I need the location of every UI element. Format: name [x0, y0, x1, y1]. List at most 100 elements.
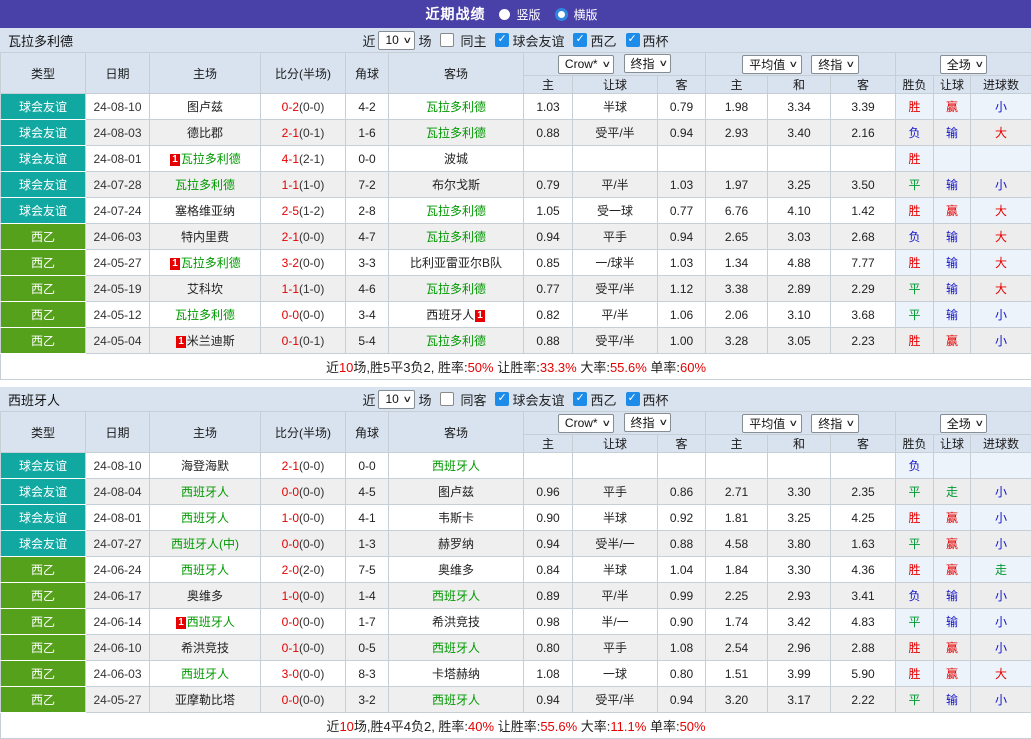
match-date-cell: 24-05-12	[86, 302, 150, 328]
full-time-score: 0-0	[282, 485, 299, 499]
odds-cell: 平手	[573, 479, 658, 505]
home-team-cell: 海登海默	[150, 453, 261, 479]
score-cell: 1-1(1-0)	[261, 276, 346, 302]
scope-select[interactable]: 全场∨	[940, 414, 988, 433]
team-filter-bar: 西班牙人 近 10∨ 场 同客 球会友谊 西乙 西杯	[0, 387, 1031, 411]
layout-radio-horizontal[interactable]	[555, 8, 568, 21]
odds-cell: 半球	[573, 557, 658, 583]
col-header-corners: 角球	[346, 53, 389, 94]
odds-cell	[706, 453, 768, 479]
league-checkbox-friendly[interactable]	[495, 392, 509, 406]
league-checkbox-cup[interactable]	[626, 392, 640, 406]
match-row: 球会友谊24-08-04西班牙人0-0(0-0)4-5图卢兹0.96平手0.86…	[1, 479, 1031, 505]
odds-source-select[interactable]: Crow*∨	[558, 414, 614, 433]
handicap-result-cell: 输	[934, 250, 971, 276]
full-time-score: 2-1	[282, 459, 299, 473]
goals-result-cell	[971, 453, 1031, 479]
home-team-cell: 图卢兹	[150, 94, 261, 120]
league-checkbox-segunda[interactable]	[573, 33, 587, 47]
odds-cell: 1.08	[524, 661, 573, 687]
half-time-score: (0-0)	[299, 667, 324, 681]
final-odds-select-2[interactable]: 终指∨	[811, 55, 859, 74]
goals-result-cell: 小	[971, 479, 1031, 505]
goals-result-cell: 小	[971, 609, 1031, 635]
odds-cell: 2.54	[706, 635, 768, 661]
average-odds-select[interactable]: 平均值∨	[742, 414, 802, 433]
team-name: 瓦拉多利德	[426, 282, 486, 296]
sub-header-handicap: 让球	[573, 76, 658, 94]
half-time-score: (0-0)	[299, 615, 324, 629]
half-time-score: (0-0)	[299, 308, 324, 322]
summary-segment: 11.1%	[610, 719, 646, 734]
odds-group-average: 平均值∨ 终指∨	[706, 53, 896, 76]
chevron-down-icon: ∨	[402, 394, 412, 405]
team-name: 西班牙人	[432, 459, 480, 473]
result-cell: 负	[896, 120, 934, 146]
odds-cell	[706, 146, 768, 172]
team-name: 米兰迪斯	[187, 334, 235, 348]
odds-cell: 4.10	[768, 198, 831, 224]
team-name: 卡塔赫纳	[432, 667, 480, 681]
corners-cell: 0-0	[346, 146, 389, 172]
final-odds-select-2[interactable]: 终指∨	[811, 414, 859, 433]
final-odds-select[interactable]: 终指∨	[624, 54, 672, 73]
half-time-score: (0-0)	[299, 537, 324, 551]
same-venue-checkbox[interactable]	[440, 392, 454, 406]
score-cell: 2-0(2-0)	[261, 557, 346, 583]
team-name: 瓦拉多利德	[426, 204, 486, 218]
half-time-score: (2-1)	[299, 152, 324, 166]
corners-cell: 4-1	[346, 505, 389, 531]
half-time-score: (1-0)	[299, 178, 324, 192]
odds-cell: 2.23	[831, 328, 896, 354]
odds-source-value: Crow*	[565, 416, 598, 430]
odds-source-value: Crow*	[565, 57, 598, 71]
match-type-cell: 西乙	[1, 687, 86, 713]
league-checkbox-friendly[interactable]	[495, 33, 509, 47]
summary-segment: 55.6%	[610, 360, 647, 375]
handicap-result-cell: 赢	[934, 94, 971, 120]
corners-cell: 1-3	[346, 531, 389, 557]
half-time-score: (2-0)	[299, 563, 324, 577]
section-divider	[0, 380, 1031, 387]
odds-cell: 1.98	[706, 94, 768, 120]
result-cell: 平	[896, 609, 934, 635]
home-team-cell: 瓦拉多利德	[150, 302, 261, 328]
half-time-score: (0-0)	[299, 693, 324, 707]
odds-cell: 1.42	[831, 198, 896, 224]
layout-radio-vertical-label[interactable]: 竖版	[516, 6, 540, 23]
handicap-result-cell: 输	[934, 687, 971, 713]
team-name: 西班牙人	[181, 563, 229, 577]
odds-cell	[768, 146, 831, 172]
match-type-cell: 西乙	[1, 635, 86, 661]
odds-cell: 平手	[573, 224, 658, 250]
chevron-down-icon: ∨	[789, 59, 799, 70]
stats-summary: 近10场,胜5平3负2, 胜率:50% 让胜率:33.3% 大率:55.6% 单…	[1, 354, 1031, 380]
scope-select[interactable]: 全场∨	[940, 55, 988, 74]
summary-segment: 场,胜4平4负2, 胜率:	[354, 719, 468, 734]
odds-source-select[interactable]: Crow*∨	[558, 55, 614, 74]
odds-cell: 平/半	[573, 172, 658, 198]
layout-radio-horizontal-label[interactable]: 横版	[574, 6, 598, 23]
team-name: 塞格维亚纳	[175, 204, 235, 218]
match-type-cell: 西乙	[1, 276, 86, 302]
away-team-cell: 波城	[389, 146, 524, 172]
final-odds-select[interactable]: 终指∨	[624, 413, 672, 432]
team-name: 图卢兹	[438, 485, 474, 499]
layout-radio-vertical[interactable]	[499, 9, 510, 20]
average-odds-value: 平均值	[749, 415, 785, 432]
sub-header-avg-away: 客	[831, 76, 896, 94]
full-time-score: 0-2	[282, 100, 299, 114]
same-venue-label: 同主	[460, 31, 486, 50]
same-venue-checkbox[interactable]	[440, 33, 454, 47]
goals-result-cell: 大	[971, 198, 1031, 224]
score-cell: 1-1(1-0)	[261, 172, 346, 198]
odds-cell: 0.89	[524, 583, 573, 609]
half-time-score: (1-2)	[299, 204, 324, 218]
sub-header-handicap: 让球	[573, 435, 658, 453]
league-checkbox-segunda[interactable]	[573, 392, 587, 406]
chevron-down-icon: ∨	[658, 417, 668, 428]
average-odds-select[interactable]: 平均值∨	[742, 55, 802, 74]
match-count-select[interactable]: 10∨	[378, 390, 415, 409]
match-count-select[interactable]: 10∨	[378, 31, 415, 50]
league-checkbox-cup[interactable]	[626, 33, 640, 47]
